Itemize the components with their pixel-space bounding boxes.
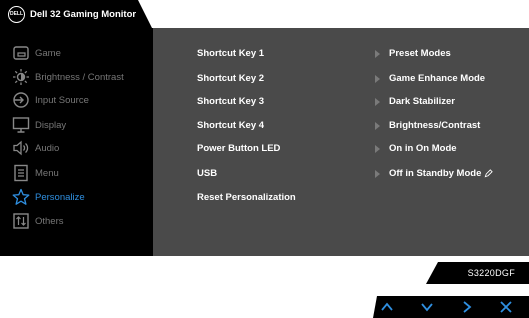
sidebar-item-label: Game [35,47,61,59]
setting-value-text: Dark Stabilizer [389,96,455,107]
pencil-icon [484,169,494,178]
sidebar-item-others[interactable]: Others [0,211,153,231]
setting-value[interactable]: Game Enhance Mode [375,73,486,84]
sidebar-item-game[interactable]: Game [0,43,153,63]
monitor-title: Dell 32 Gaming Monitor [30,8,137,20]
setting-value-text: Off in Standby Mode [389,168,482,179]
triangle-right-icon [375,49,380,58]
exit-button[interactable] [499,300,513,314]
triangle-right-icon [375,144,380,153]
setting-value[interactable]: Dark Stabilizer [375,96,455,107]
setting-label: Shortcut Key 3 [197,96,265,107]
sidebar-item-label: Others [35,215,64,227]
model-label: S3220DGF [426,262,529,284]
down-button[interactable] [420,300,434,314]
setting-value[interactable]: Preset Modes [375,48,451,59]
setting-value-text: Brightness/Contrast [389,120,481,131]
settings-panel: Shortcut Key 1 Preset Modes Shortcut Key… [153,28,529,256]
triangle-right-icon [375,169,380,178]
sidebar: Game Brightness / Contrast Input Source … [0,28,153,256]
triangle-right-icon [375,97,380,106]
next-button[interactable] [460,300,474,314]
sidebar-item-label: Input Source [35,94,89,106]
up-button[interactable] [380,300,394,314]
chevron-right-icon [463,301,472,313]
sidebar-item-label: Display [35,119,67,131]
triangle-right-icon [375,74,380,83]
setting-label: Shortcut Key 4 [197,120,265,131]
sidebar-item-menu[interactable]: Menu [0,163,153,183]
setting-label: Shortcut Key 2 [197,73,265,84]
title-bar: DELL Dell 32 Gaming Monitor [0,0,152,28]
setting-value-text: Game Enhance Mode [389,73,486,84]
setting-value-text: Preset Modes [389,48,451,59]
sidebar-item-brightness-contrast[interactable]: Brightness / Contrast [0,67,153,87]
setting-label: USB [197,168,218,179]
close-icon [500,301,512,313]
up-icon [381,302,393,311]
joystick-buttons [373,296,529,318]
setting-value[interactable]: On in On Mode [375,143,457,154]
setting-label: Reset Personalization [197,192,296,203]
setting-label: Power Button LED [197,143,281,154]
star-icon [12,188,30,206]
audio-icon [12,139,30,157]
sidebar-item-audio[interactable]: Audio [0,138,153,158]
sidebar-item-label: Personalize [35,191,85,203]
dell-logo: DELL [8,5,25,23]
sidebar-item-input-source[interactable]: Input Source [0,90,153,110]
setting-value[interactable]: Brightness/Contrast [375,120,481,131]
input-source-icon [12,91,30,109]
others-icon [12,212,30,230]
brightness-icon [12,68,30,86]
game-icon [12,44,30,62]
sidebar-item-display[interactable]: Display [0,115,153,135]
sidebar-item-label: Menu [35,167,59,179]
menu-icon [12,164,30,182]
down-icon [421,303,433,312]
sidebar-item-label: Audio [35,142,60,154]
osd-panel: Game Brightness / Contrast Input Source … [0,28,529,256]
model-name: S3220DGF [467,268,515,278]
display-icon [12,116,30,134]
sidebar-item-personalize[interactable]: Personalize [0,187,153,207]
setting-value-text: On in On Mode [389,143,457,154]
setting-value[interactable]: Off in Standby Mode [375,168,494,179]
sidebar-item-label: Brightness / Contrast [35,71,124,83]
triangle-right-icon [375,121,380,130]
setting-label: Shortcut Key 1 [197,48,265,59]
